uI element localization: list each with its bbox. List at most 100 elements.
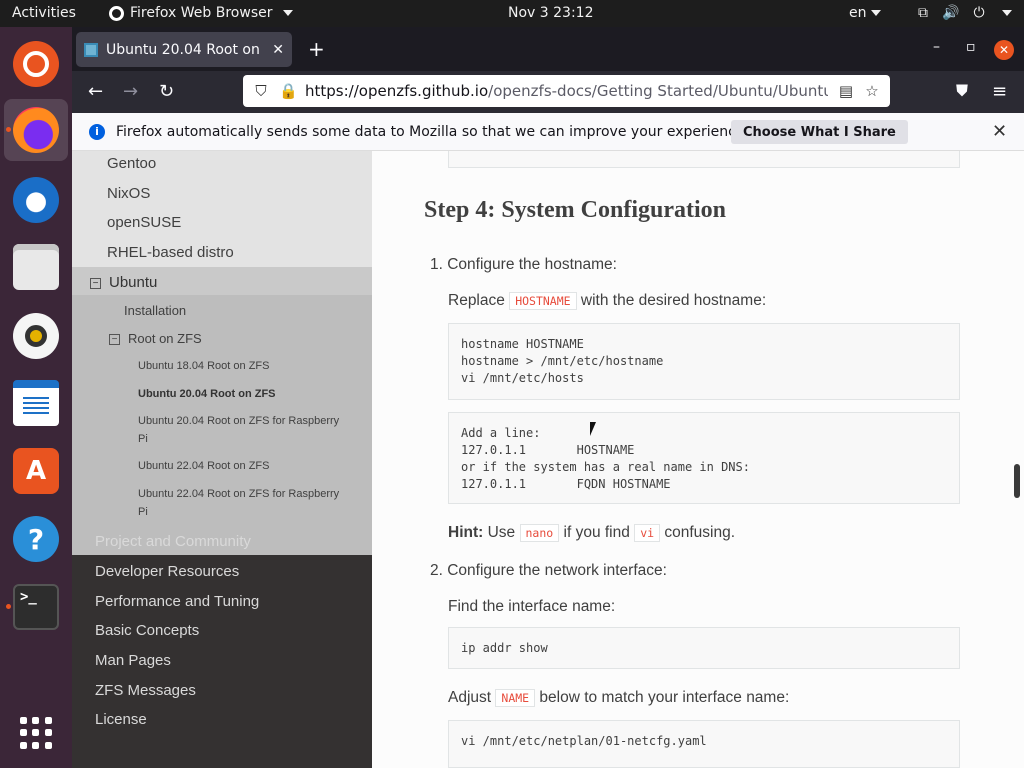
sidebar-item-rhel[interactable]: RHEL-based distro (72, 244, 372, 261)
app-menu[interactable]: Firefox Web Browser (109, 5, 293, 21)
code-block-partial (448, 151, 960, 168)
code-line: vi /mnt/etc/netplan/01-netcfg.yaml (461, 734, 707, 748)
dock-firefox[interactable] (4, 99, 68, 161)
sidebar-item-ubuntu-2204[interactable]: Ubuntu 22.04 Root on ZFS (72, 460, 372, 472)
code-block-hosts: Add a line: 127.0.1.1 HOSTNAME or if the s… (448, 412, 960, 504)
bookmark-star-icon[interactable]: ☆ (864, 82, 880, 100)
sidebar-item-ubuntu-2004-rpi-cont[interactable]: Pi (72, 433, 372, 445)
favicon-icon (84, 42, 98, 57)
url-path: /openzfs-docs/Getting Started/Ubuntu/Ubu… (488, 82, 828, 100)
language-indicator[interactable]: en (849, 5, 881, 21)
running-indicator (6, 127, 11, 132)
close-icon[interactable]: ✕ (992, 121, 1007, 142)
dock-ubuntu[interactable] (4, 33, 68, 95)
code-line: 127.0.1.1 HOSTNAME (461, 443, 635, 457)
scrollbar-thumb[interactable] (1014, 464, 1020, 498)
power-icon: ⏻ (973, 5, 985, 21)
hint-label: Hint: (448, 524, 484, 541)
sidebar-item-ubuntu[interactable]: − Ubuntu (72, 274, 372, 291)
adjust-prefix: Adjust (448, 689, 492, 706)
show-applications-icon[interactable] (20, 717, 52, 749)
files-icon (13, 244, 59, 290)
sidebar-item-man-pages[interactable]: Man Pages (95, 652, 171, 669)
choose-what-i-share-button[interactable]: Choose What I Share (731, 120, 908, 144)
close-window-button[interactable]: ✕ (994, 40, 1014, 60)
dock-writer[interactable] (4, 372, 68, 434)
writer-icon (13, 380, 59, 426)
navigation-toolbar: ← → ↻ ⛉ 🔒 https://openzfs.github.io/open… (72, 71, 1024, 113)
sidebar-item-project-community[interactable]: Project and Community (95, 533, 251, 550)
dock-terminal[interactable]: >_ (4, 576, 68, 638)
firefox-mini-icon (109, 5, 124, 21)
pocket-icon[interactable]: ⛊ (956, 81, 968, 101)
forward-button[interactable]: → (123, 81, 138, 102)
dock-software[interactable]: A (4, 440, 68, 502)
sidebar-item-root-on-zfs[interactable]: − Root on ZFS (72, 331, 372, 346)
notification-text: Firefox automatically sends some data to… (116, 123, 749, 140)
telemetry-notification-bar: i Firefox automatically sends some data … (72, 113, 1024, 151)
activities-button[interactable]: Activities (12, 5, 76, 21)
sidebar-item-ubuntu-2204-rpi[interactable]: Ubuntu 22.04 Root on ZFS for Raspberry (72, 488, 372, 500)
menu-icon[interactable]: ≡ (992, 81, 1007, 102)
code-line: hostname HOSTNAME (461, 337, 584, 351)
replace-suffix: with the desired hostname: (580, 292, 767, 309)
url-text[interactable]: https://openzfs.github.io/openzfs-docs/G… (305, 82, 828, 100)
dock-thunderbird[interactable] (4, 169, 68, 231)
url-bar[interactable]: ⛉ 🔒 https://openzfs.github.io/openzfs-do… (243, 75, 890, 107)
tab-active[interactable]: Ubuntu 20.04 Root on ZFS ✕ (76, 32, 292, 67)
sidebar-item-ubuntu-1804[interactable]: Ubuntu 18.04 Root on ZFS (72, 360, 372, 372)
dock: A ? >_ (0, 27, 72, 768)
code-line: or if the system has a real name in DNS: (461, 460, 750, 474)
app-menu-label: Firefox Web Browser (130, 5, 273, 21)
sidebar-item-nixos[interactable]: NixOS (72, 185, 372, 202)
sidebar-item-ubuntu-2204-rpi-cont[interactable]: Pi (72, 506, 372, 518)
reload-button[interactable]: ↻ (159, 81, 174, 102)
code-line: ip addr show (461, 641, 548, 655)
minimize-button[interactable]: – (933, 39, 940, 55)
shield-icon[interactable]: ⛉ (253, 82, 269, 100)
dock-files[interactable] (4, 236, 68, 298)
collapse-icon[interactable]: − (109, 334, 120, 346)
sidebar-item-opensuse[interactable]: openSUSE (72, 214, 372, 231)
hint-if: if you find (563, 524, 630, 541)
sidebar-item-license[interactable]: License (95, 711, 147, 728)
lock-icon[interactable]: 🔒 (279, 82, 298, 100)
code-line: 127.0.1.1 FQDN HOSTNAME (461, 477, 671, 491)
help-icon: ? (13, 516, 59, 562)
sidebar-item-zfs-messages[interactable]: ZFS Messages (95, 682, 196, 699)
back-button[interactable]: ← (88, 81, 103, 102)
sidebar-item-developer-resources[interactable]: Developer Resources (95, 563, 239, 580)
replace-prefix: Replace (448, 292, 505, 309)
sidebar-item-gentoo[interactable]: Gentoo (72, 155, 372, 172)
url-host: https://openzfs.github.io (305, 82, 489, 100)
sidebar-item-basic-concepts[interactable]: Basic Concepts (95, 622, 199, 639)
sidebar-item-label: Ubuntu (109, 274, 158, 291)
chevron-down-icon (870, 10, 881, 16)
code-line: Add a line: (461, 426, 541, 440)
hint-end: confusing. (664, 524, 736, 541)
chevron-down-icon (1002, 10, 1012, 16)
tab-title: Ubuntu 20.04 Root on ZFS (106, 41, 264, 58)
inline-code-vi: vi (634, 524, 661, 542)
tab-bar: Ubuntu 20.04 Root on ZFS ✕ + – ▫ ✕ (72, 27, 1024, 71)
adjust-suffix: below to match your interface name: (539, 689, 790, 706)
sidebar-item-ubuntu-2004-current[interactable]: Ubuntu 20.04 Root on ZFS (72, 388, 372, 400)
reader-view-icon[interactable]: ▤ (838, 82, 854, 100)
code-line: hostname > /mnt/etc/hostname (461, 354, 664, 368)
new-tab-button[interactable]: + (308, 37, 325, 61)
close-tab-icon[interactable]: ✕ (272, 42, 284, 58)
system-tray[interactable]: ⧉ 🔊 ⏻ (914, 4, 1012, 22)
dock-help[interactable]: ? (4, 508, 68, 570)
sidebar-item-installation[interactable]: Installation (72, 303, 372, 318)
rhythmbox-icon (13, 313, 59, 359)
chevron-down-icon (282, 10, 293, 16)
code-line: vi /mnt/etc/hosts (461, 371, 584, 385)
collapse-icon[interactable]: − (90, 277, 101, 289)
dock-rhythmbox[interactable] (4, 305, 68, 367)
step-1-text: 1. Configure the hostname: (430, 256, 617, 273)
clock[interactable]: Nov 3 23:12 (508, 5, 593, 21)
maximize-button[interactable]: ▫ (966, 39, 976, 55)
sidebar-item-ubuntu-2004-rpi[interactable]: Ubuntu 20.04 Root on ZFS for Raspberry (72, 415, 372, 427)
sidebar-item-performance-tuning[interactable]: Performance and Tuning (95, 593, 259, 610)
inline-code-hostname: HOSTNAME (509, 292, 577, 310)
